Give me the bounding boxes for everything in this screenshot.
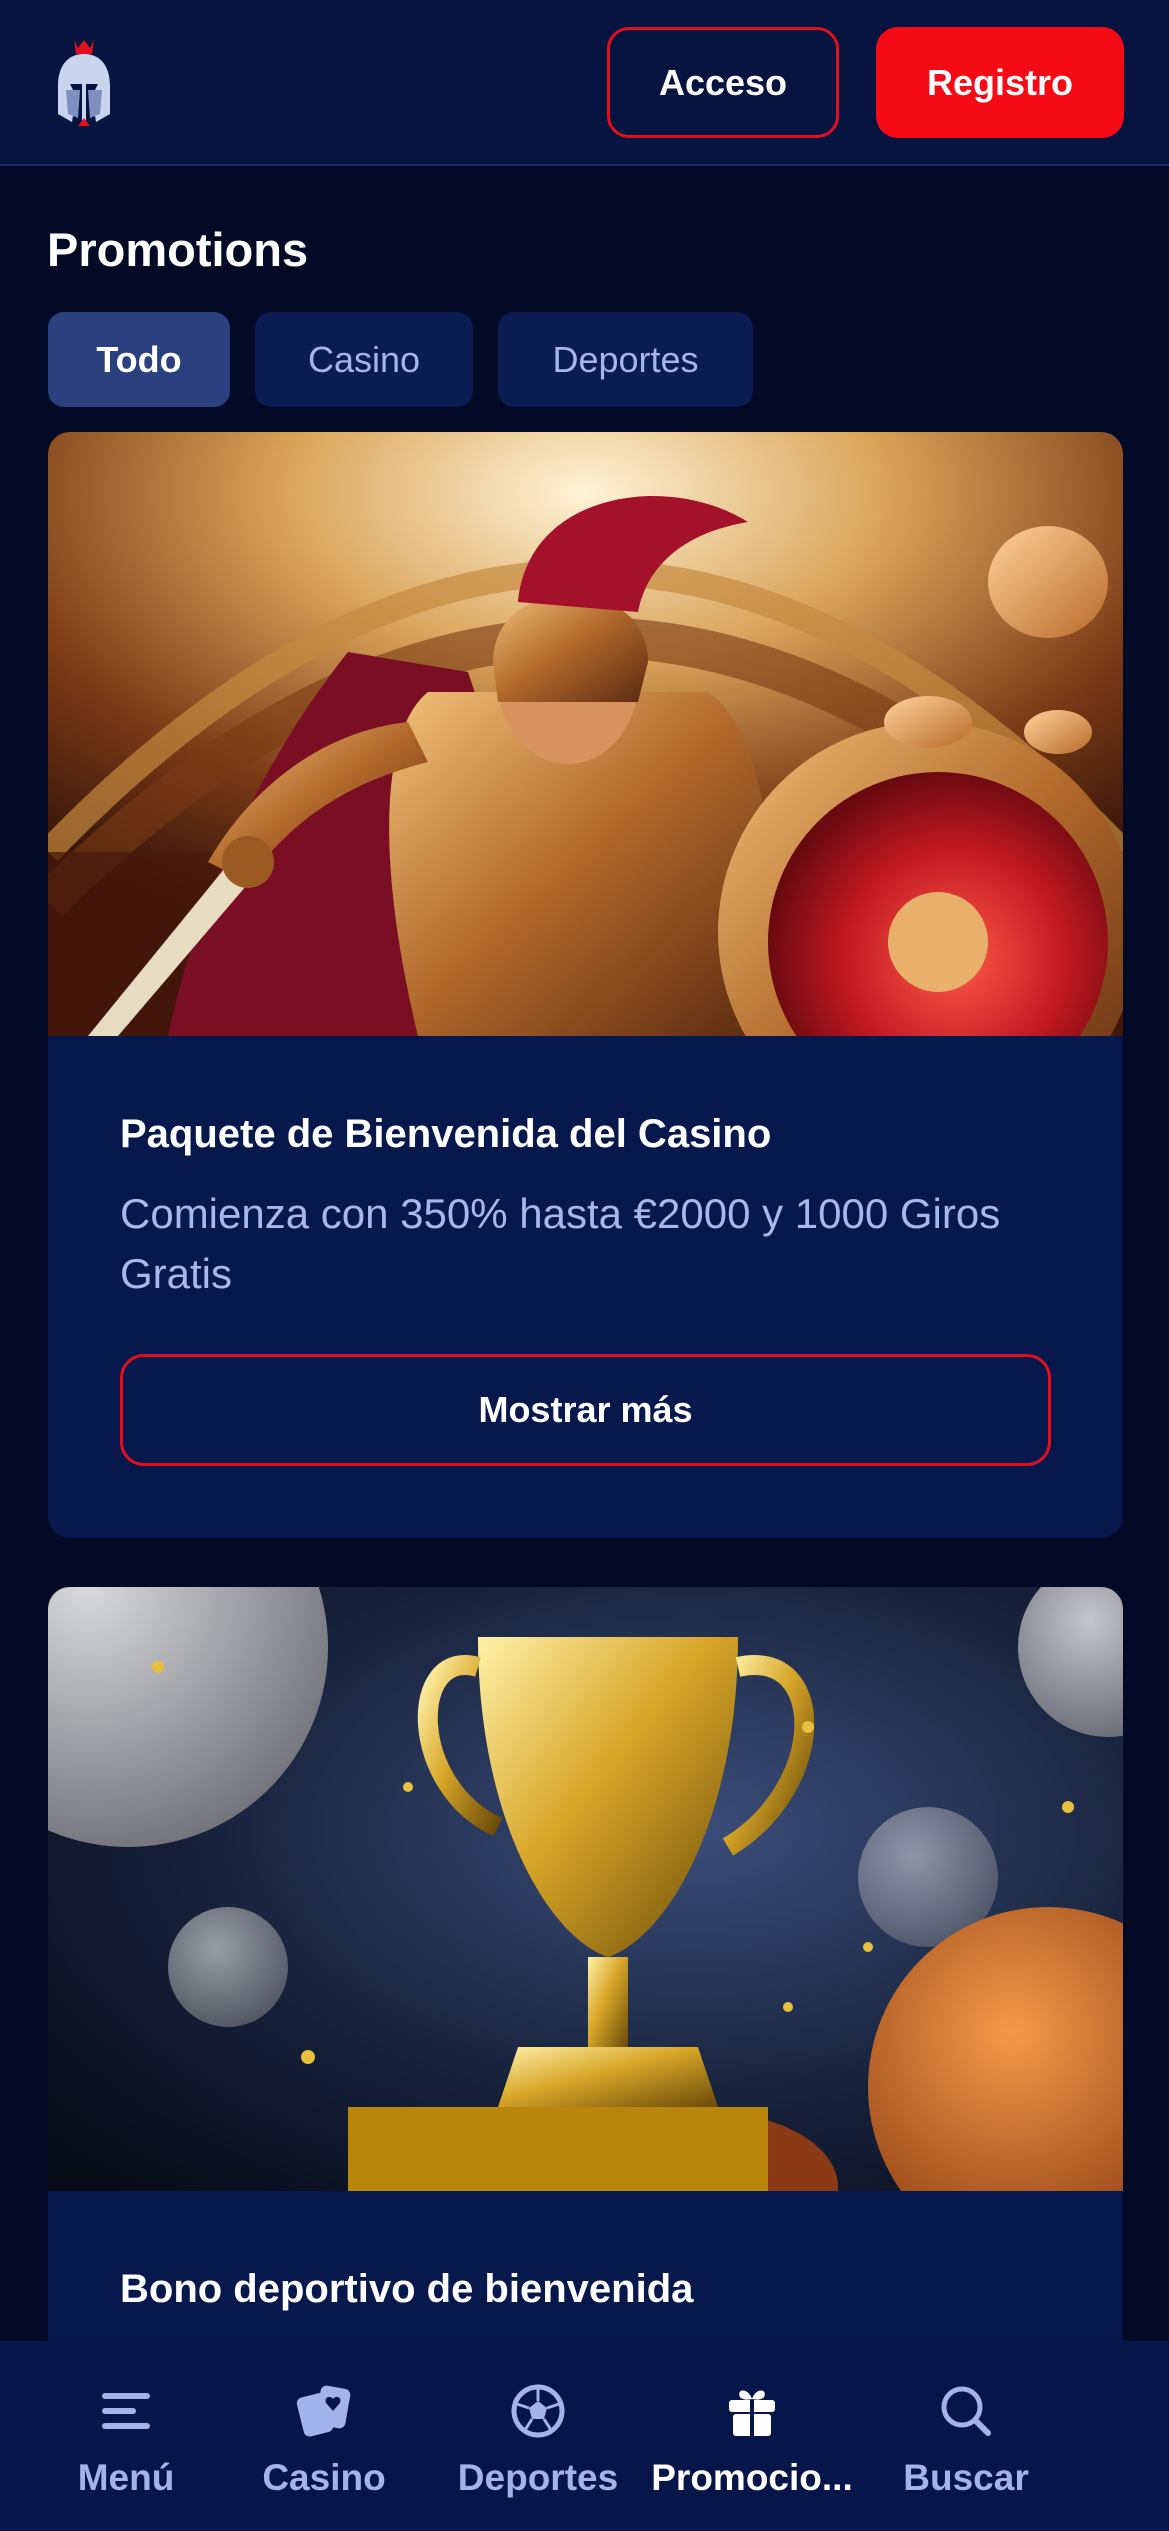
promo-title: Paquete de Bienvenida del Casino: [120, 1112, 772, 1156]
bottom-nav: Menú Casino Deportes Promocio... Buscar: [0, 2341, 1169, 2531]
golden-trophy-illustration: [48, 1587, 1123, 2191]
search-icon: [941, 2386, 991, 2436]
nav-deportes[interactable]: Deportes: [431, 2341, 645, 2531]
register-button[interactable]: Registro: [876, 27, 1124, 138]
login-button[interactable]: Acceso: [607, 27, 839, 138]
promo-card-casino-welcome: Paquete de Bienvenida del Casino Comienz…: [48, 432, 1123, 1538]
tab-deportes[interactable]: Deportes: [498, 312, 753, 407]
soccer-ball-icon: [511, 2384, 565, 2438]
menu-icon: [102, 2393, 150, 2429]
show-more-button[interactable]: Mostrar más: [120, 1354, 1051, 1466]
casino-cards-icon: [296, 2385, 351, 2437]
nav-casino[interactable]: Casino: [217, 2341, 431, 2531]
tab-casino[interactable]: Casino: [255, 312, 473, 407]
page-title: Promotions: [47, 223, 309, 276]
gift-icon: [729, 2390, 775, 2436]
gladiator-warrior-illustration: [48, 432, 1123, 1036]
promo-filter-tabs: Todo Casino Deportes: [48, 312, 753, 407]
nav-promociones-label: Promocio...: [651, 2457, 853, 2498]
top-header: Acceso Registro: [0, 0, 1169, 166]
nav-deportes-label: Deportes: [457, 2457, 619, 2498]
promo-description: Comienza con 350% hasta €2000 y 1000 Gir…: [120, 1190, 1001, 1297]
app-root: Acceso Registro Promotions Todo Casino D…: [0, 0, 1169, 2531]
spartan-helmet-logo[interactable]: [52, 34, 116, 130]
nav-casino-label: Casino: [262, 2457, 386, 2498]
nav-menu-label: Menú: [77, 2457, 175, 2498]
nav-buscar-label: Buscar: [903, 2457, 1029, 2498]
nav-promociones[interactable]: Promocio...: [645, 2341, 859, 2531]
nav-menu[interactable]: Menú: [35, 2341, 217, 2531]
tab-todo[interactable]: Todo: [48, 312, 230, 407]
promo-title: Bono deportivo de bienvenida: [120, 2267, 694, 2311]
nav-buscar[interactable]: Buscar: [859, 2341, 1073, 2531]
